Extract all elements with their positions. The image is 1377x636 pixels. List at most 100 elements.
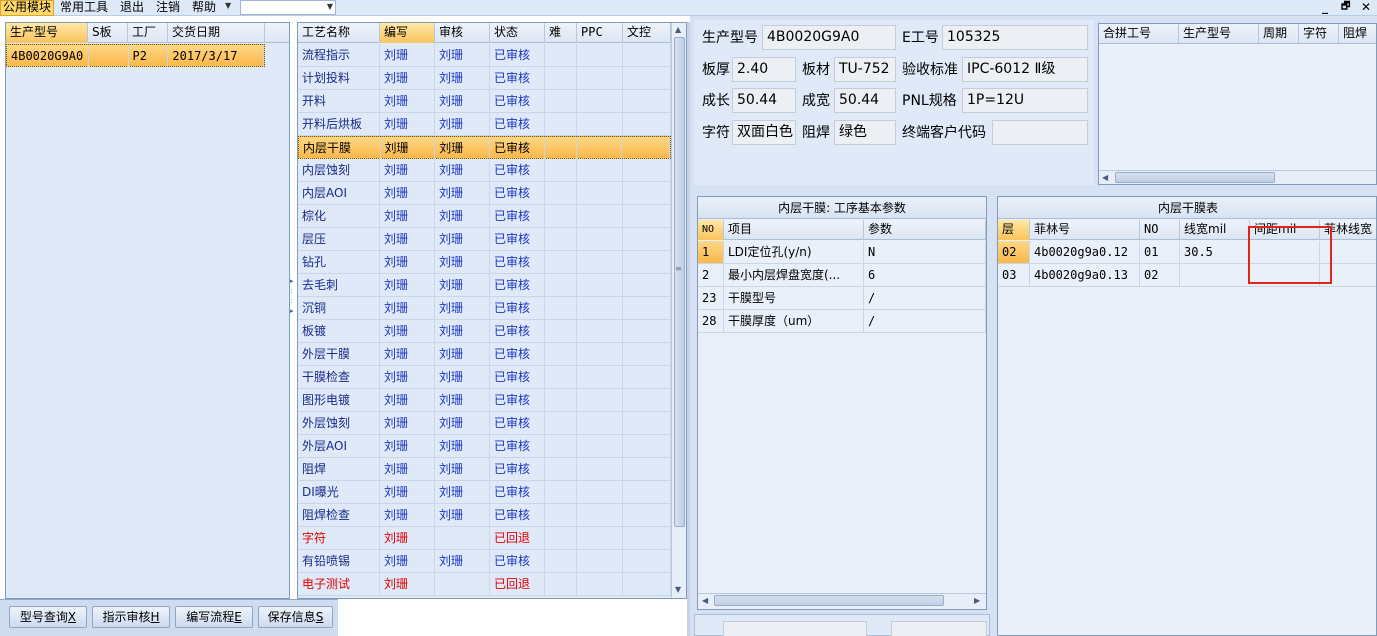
col-header-line-width[interactable]: 线宽mil xyxy=(1180,220,1250,240)
col-header-reviewer[interactable]: 审核 xyxy=(435,23,490,43)
table-row[interactable]: 棕化 刘珊 刘珊 已审核 xyxy=(298,205,671,228)
params-hscrollbar[interactable]: ◀ ▶ xyxy=(698,593,986,607)
customer-code-field[interactable] xyxy=(992,120,1088,145)
cell-process-name: 开料 xyxy=(298,90,380,112)
col-header-process-name[interactable]: 工艺名称 xyxy=(298,23,380,43)
col-header-model[interactable]: 生产型号 xyxy=(1179,24,1259,44)
table-row[interactable]: 23 干膜型号 / xyxy=(698,287,986,310)
table-row[interactable]: 有铅喷锡 刘珊 刘珊 已审核 xyxy=(298,550,671,573)
table-row[interactable]: 电子测试 刘珊 已回退 xyxy=(298,573,671,596)
process-grid: 工艺名称 编写 审核 状态 难 PPC 文控 流程指示 刘珊 刘珊 已审核 计划投料 刘珊… xyxy=(297,22,687,599)
e-number-field[interactable]: 105325 xyxy=(942,25,1088,50)
character-field[interactable]: 双面白色 xyxy=(732,120,796,145)
scroll-right-icon[interactable]: ▶ xyxy=(974,596,980,605)
table-row[interactable]: 4B0020G9A0 P2 2017/3/17 xyxy=(6,44,265,67)
col-header-film-number[interactable]: 菲林号 xyxy=(1030,220,1140,240)
menu-help[interactable]: 帮助 xyxy=(190,0,218,16)
col-header-no[interactable]: NO xyxy=(698,220,724,240)
table-row[interactable]: 钻孔 刘珊 刘珊 已审核 xyxy=(298,251,671,274)
table-row[interactable]: 沉铜 刘珊 刘珊 已审核 xyxy=(298,297,671,320)
col-header-solder-mask[interactable]: 阻焊 xyxy=(1339,24,1376,44)
restore-icon[interactable]: 🗗 xyxy=(1341,0,1350,14)
table-row[interactable]: 28 干膜厚度（um） / xyxy=(698,310,986,333)
col-header-item[interactable]: 项目 xyxy=(724,220,864,240)
minimize-icon[interactable]: _ xyxy=(1322,0,1328,14)
model-query-button[interactable]: 型号查询X xyxy=(9,606,87,628)
col-header-period[interactable]: 周期 xyxy=(1259,24,1299,44)
table-row[interactable]: 层压 刘珊 刘珊 已审核 xyxy=(298,228,671,251)
status-field[interactable] xyxy=(723,621,867,636)
col-header-no[interactable]: NO xyxy=(1140,220,1180,240)
scroll-left-icon[interactable]: ◀ xyxy=(702,596,708,605)
col-header-writer[interactable]: 编写 xyxy=(380,23,435,43)
width-field[interactable]: 50.44 xyxy=(834,88,896,113)
solder-mask-field[interactable]: 绿色 xyxy=(834,120,896,145)
status-field[interactable] xyxy=(891,621,987,636)
col-header-model[interactable]: 生产型号 xyxy=(6,23,88,43)
table-row[interactable]: 外层AOI 刘珊 刘珊 已审核 xyxy=(298,435,671,458)
splitter-handle[interactable]: ▸:: ▸ xyxy=(290,276,295,324)
scroll-thumb[interactable] xyxy=(714,595,944,606)
bottom-left-strip xyxy=(694,614,990,636)
col-header-merge-number[interactable]: 合拼工号 xyxy=(1099,24,1179,44)
menu-exit[interactable]: 退出 xyxy=(118,0,146,16)
scroll-down-icon[interactable]: ▼ xyxy=(675,585,681,594)
table-row[interactable]: 计划投料 刘珊 刘珊 已审核 xyxy=(298,67,671,90)
table-row[interactable]: 阻焊检查 刘珊 刘珊 已审核 xyxy=(298,504,671,527)
material-field[interactable]: TU-752 xyxy=(834,57,896,82)
col-header-layer[interactable]: 层 xyxy=(998,220,1030,240)
table-row[interactable]: 字符 刘珊 已回退 xyxy=(298,527,671,550)
pnl-field[interactable]: 1P=12U xyxy=(962,88,1088,113)
table-row[interactable]: 图形电镀 刘珊 刘珊 已审核 xyxy=(298,389,671,412)
col-header-ppc[interactable]: PPC xyxy=(577,23,623,43)
model-field[interactable]: 4B0020G9A0 xyxy=(762,25,896,50)
save-info-button[interactable]: 保存信息S xyxy=(258,606,333,628)
table-row[interactable]: 流程指示 刘珊 刘珊 已审核 xyxy=(298,44,671,67)
scroll-thumb[interactable] xyxy=(1115,172,1275,183)
scroll-up-icon[interactable]: ▲ xyxy=(675,25,681,34)
cell-writer: 刘珊 xyxy=(380,343,435,365)
customer-code-label: 终端客户代码 xyxy=(902,125,986,141)
cell-ppc xyxy=(577,504,623,526)
process-vscrollbar[interactable]: ▲ ≡ ▼ xyxy=(671,23,686,598)
col-header-factory[interactable]: 工厂 xyxy=(128,23,168,43)
review-instruction-button[interactable]: 指示审核H xyxy=(92,606,170,628)
cell-layer: 02 xyxy=(998,241,1030,263)
chevron-down-icon[interactable]: ▼ xyxy=(225,1,231,10)
table-row[interactable]: 干膜检查 刘珊 刘珊 已审核 xyxy=(298,366,671,389)
table-row[interactable]: 开料后烘板 刘珊 刘珊 已审核 xyxy=(298,113,671,136)
merge-hscrollbar[interactable]: ◀ xyxy=(1099,170,1376,184)
scroll-thumb[interactable] xyxy=(674,37,685,527)
table-row[interactable]: 去毛刺 刘珊 刘珊 已审核 xyxy=(298,274,671,297)
thickness-field[interactable]: 2.40 xyxy=(732,57,796,82)
write-process-button[interactable]: 编写流程E xyxy=(175,606,253,628)
table-row[interactable]: DI曝光 刘珊 刘珊 已审核 xyxy=(298,481,671,504)
col-header-param[interactable]: 参数 xyxy=(864,220,986,240)
table-row[interactable]: 1 LDI定位孔(y/n) N xyxy=(698,241,986,264)
table-row[interactable]: 内层蚀刻 刘珊 刘珊 已审核 xyxy=(298,159,671,182)
col-header-s-board[interactable]: S板 xyxy=(88,23,128,43)
cell-status: 已审核 xyxy=(490,67,545,89)
col-header-status[interactable]: 状态 xyxy=(490,23,545,43)
toolbar-combo[interactable]: ▼ xyxy=(240,0,336,15)
table-row[interactable]: 外层干膜 刘珊 刘珊 已审核 xyxy=(298,343,671,366)
table-row[interactable]: 内层AOI 刘珊 刘珊 已审核 xyxy=(298,182,671,205)
scroll-left-icon[interactable]: ◀ xyxy=(1102,173,1108,182)
table-row[interactable]: 内层干膜 刘珊 刘珊 已审核 xyxy=(298,136,671,159)
standard-field[interactable]: IPC-6012 Ⅱ级 xyxy=(962,57,1088,82)
col-header-delivery-date[interactable]: 交货日期 xyxy=(168,23,265,43)
col-header-character[interactable]: 字符 xyxy=(1299,24,1339,44)
length-field[interactable]: 50.44 xyxy=(732,88,796,113)
menu-logout[interactable]: 注销 xyxy=(154,0,182,16)
table-row[interactable]: 外层蚀刻 刘珊 刘珊 已审核 xyxy=(298,412,671,435)
table-row[interactable]: 开料 刘珊 刘珊 已审核 xyxy=(298,90,671,113)
table-row[interactable]: 板镀 刘珊 刘珊 已审核 xyxy=(298,320,671,343)
table-row[interactable]: 阻焊 刘珊 刘珊 已审核 xyxy=(298,458,671,481)
menu-common-tools[interactable]: 常用工具 xyxy=(58,0,110,16)
close-icon[interactable]: ✕ xyxy=(1361,0,1371,14)
col-header-doc-control[interactable]: 文控 xyxy=(623,23,671,43)
cell-ppc xyxy=(577,389,623,411)
col-header-difficulty[interactable]: 难 xyxy=(545,23,577,43)
table-row[interactable]: 2 最小内层焊盘宽度(... 6 xyxy=(698,264,986,287)
menu-public-module[interactable]: 公用模块 xyxy=(0,0,55,16)
